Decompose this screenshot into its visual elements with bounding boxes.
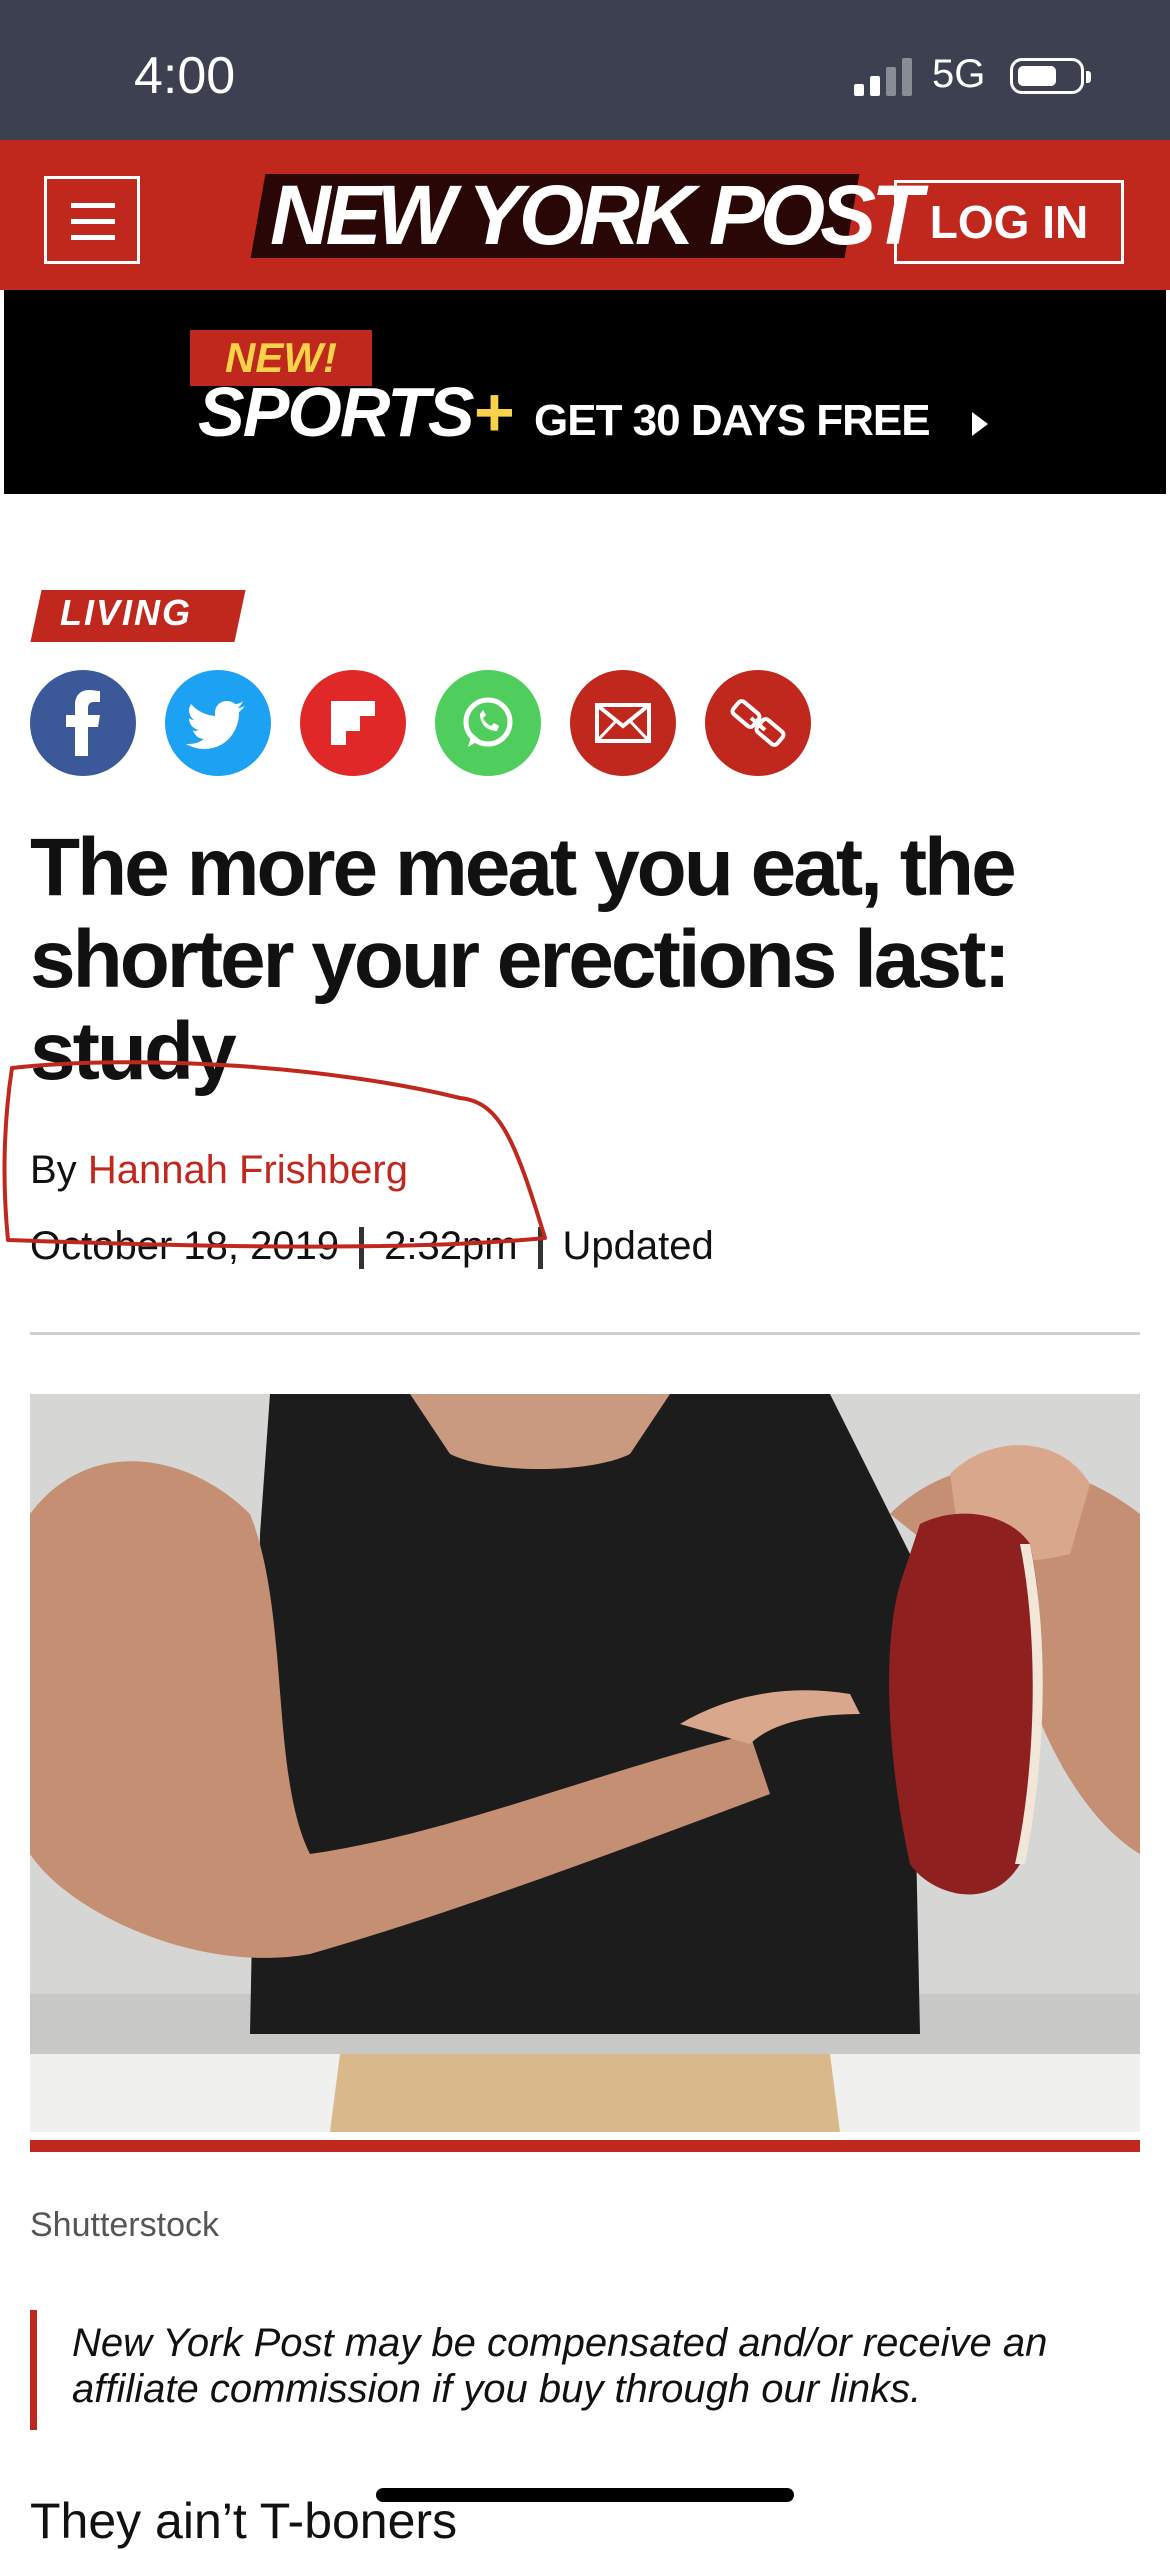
sports-plus-promo-banner[interactable]: NEW! SPORTS+ GET 30 DAYS FREE xyxy=(4,290,1166,494)
handdrawn-annotation xyxy=(2,1060,547,1249)
affiliate-disclaimer: New York Post may be compensated and/or … xyxy=(72,2321,1048,2411)
link-icon[interactable] xyxy=(705,670,811,776)
status-bar: 4:00 5G xyxy=(0,0,1170,140)
login-button[interactable]: LOG IN xyxy=(894,180,1124,264)
updated-label: Updated xyxy=(562,1224,714,1268)
sports-plus-logo: SPORTS+ xyxy=(198,372,514,452)
sports-text: SPORTS xyxy=(198,373,475,451)
play-arrow-icon xyxy=(972,412,988,436)
category-tag[interactable]: LIVING xyxy=(60,592,192,634)
twitter-icon[interactable] xyxy=(165,670,271,776)
site-logo[interactable]: NEW YORK POST xyxy=(270,170,923,260)
status-time: 4:00 xyxy=(134,47,236,105)
flipboard-icon[interactable] xyxy=(300,670,406,776)
disclaimer-accent xyxy=(30,2310,37,2430)
facebook-icon[interactable] xyxy=(30,670,136,776)
plus-text: + xyxy=(472,373,514,451)
promo-cta[interactable]: GET 30 DAYS FREE xyxy=(534,396,931,446)
divider xyxy=(30,1332,1140,1335)
site-header: NEW YORK POST LOG IN xyxy=(0,140,1170,290)
battery-icon xyxy=(1010,58,1091,94)
article-headline: The more meat you eat, the shorter your … xyxy=(30,822,1017,1097)
whatsapp-icon[interactable] xyxy=(435,670,541,776)
article-photo[interactable] xyxy=(30,1394,1140,2132)
cellular-signal-icon xyxy=(854,58,912,96)
home-indicator[interactable] xyxy=(376,2488,794,2502)
email-icon[interactable] xyxy=(570,670,676,776)
photo-credit: Shutterstock xyxy=(30,2206,219,2244)
photo-underline xyxy=(30,2140,1140,2152)
hamburger-menu-icon[interactable] xyxy=(44,176,140,264)
network-type: 5G xyxy=(932,52,986,96)
